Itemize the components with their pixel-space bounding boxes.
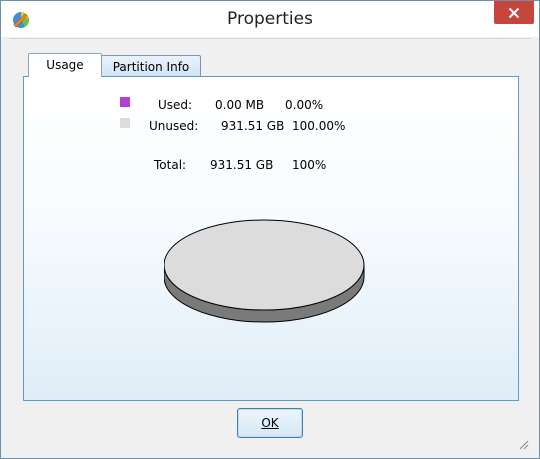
tab-partition-info[interactable]: Partition Info xyxy=(101,55,201,78)
used-label: Used: xyxy=(158,98,193,112)
used-color-swatch xyxy=(120,97,130,107)
total-size: 931.51 GB xyxy=(210,158,274,172)
used-size: 0.00 MB xyxy=(215,98,265,112)
tab-usage[interactable]: Usage xyxy=(28,53,102,77)
close-icon xyxy=(508,7,520,18)
pie-slice-unused xyxy=(164,219,365,311)
total-percent: 100% xyxy=(292,158,327,172)
unused-label: Unused: xyxy=(149,119,199,133)
resize-grip-icon[interactable] xyxy=(517,438,529,450)
tab-usage-label: Usage xyxy=(46,58,84,72)
tab-partition-info-label: Partition Info xyxy=(112,60,190,74)
unused-size: 931.51 GB xyxy=(221,119,285,133)
dialog-client-area: Usage Partition Info Used: 0.00 MB 0.00%… xyxy=(9,38,531,452)
close-button[interactable] xyxy=(494,1,534,24)
used-percent: 0.00% xyxy=(285,98,324,112)
unused-color-swatch xyxy=(120,118,130,128)
ok-button-label: OK xyxy=(261,416,279,430)
ok-button[interactable]: OK xyxy=(237,408,303,438)
unused-percent: 100.00% xyxy=(292,119,346,133)
total-label: Total: xyxy=(154,158,187,172)
window-title: Properties xyxy=(227,9,313,29)
usage-pie-chart xyxy=(164,219,365,323)
title-bar[interactable]: Properties xyxy=(1,1,539,37)
properties-dialog: Properties Usage Partition Info Used: 0.… xyxy=(0,0,540,459)
usage-panel: Used: 0.00 MB 0.00% Unused: 931.51 GB 10… xyxy=(23,76,519,401)
